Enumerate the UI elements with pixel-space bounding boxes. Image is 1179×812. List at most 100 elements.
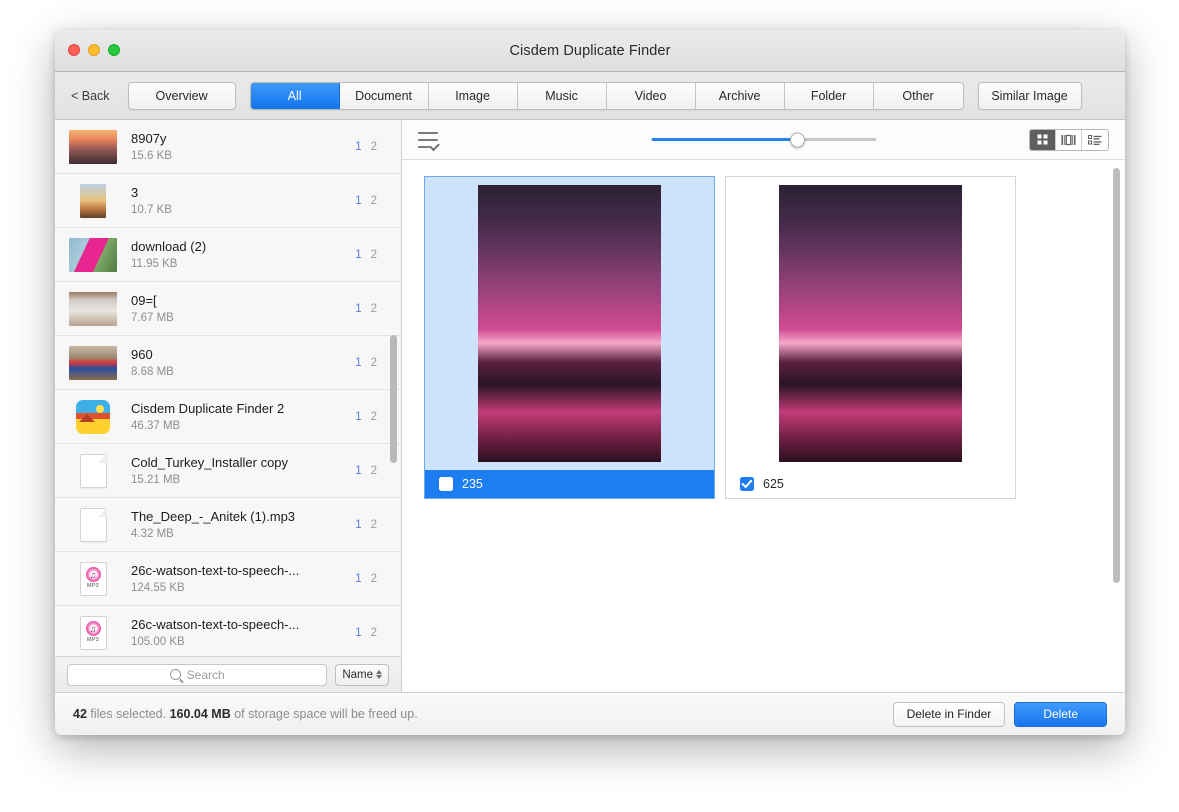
status-text-end: of storage space will be freed up.: [230, 707, 418, 721]
file-list-item[interactable]: The_Deep_-_Anitek (1).mp3 4.32 MB 1 2: [55, 498, 401, 552]
slider-track: [651, 132, 876, 147]
file-size: 46.37 MB: [131, 419, 181, 432]
preview-scrollbar[interactable]: [1113, 168, 1122, 688]
duplicate-card-grid: 235 625: [424, 176, 1105, 499]
tab-image[interactable]: Image: [428, 82, 518, 109]
thumbnail-image: [69, 237, 117, 272]
file-list-item[interactable]: download (2) 11.95 KB 1 2: [55, 228, 401, 282]
document-icon: [69, 507, 117, 542]
category-tabs: All Document Image Music Video Archive F…: [249, 81, 964, 110]
file-list-item[interactable]: 09=[7.67 MB 1 2: [55, 282, 401, 336]
search-icon: [169, 669, 181, 680]
card-checkbox[interactable]: [740, 477, 754, 491]
file-list-item[interactable]: ♫ MP3 26c-watson-text-to-speech-... 124.55 …: [55, 552, 401, 606]
file-list-item[interactable]: 960 8.68 MB 1 2: [55, 336, 401, 390]
file-list-item[interactable]: Cold_Turkey_Installer copy 15.21 MB 1 2: [55, 444, 401, 498]
minimize-button[interactable]: [88, 44, 100, 56]
select-all-list-icon[interactable]: [418, 131, 440, 151]
status-file-count: 42: [73, 707, 87, 721]
search-input[interactable]: Search: [67, 663, 328, 686]
status-message: 42 files selected. 160.04 MB of storage …: [73, 707, 893, 721]
thumbnail-image: [69, 291, 117, 326]
preview-scrollbar-thumb[interactable]: [1113, 168, 1120, 583]
duplicate-counts: 12: [355, 195, 391, 207]
file-size: 124.55 KB: [131, 581, 185, 594]
selected-count: 1: [355, 626, 362, 639]
file-size: 15.6 KB: [131, 149, 172, 162]
back-button[interactable]: < Back: [69, 85, 120, 107]
thumbnail-size-slider[interactable]: [651, 131, 876, 149]
tab-all[interactable]: All: [250, 82, 340, 109]
mp3-icon: ♫ MP3: [69, 561, 117, 596]
tab-video[interactable]: Video: [606, 82, 696, 109]
selected-count: 1: [355, 140, 362, 153]
sort-dropdown-label: Name: [342, 668, 373, 681]
card-checkbox[interactable]: [439, 477, 453, 491]
tab-archive[interactable]: Archive: [695, 82, 785, 109]
view-mode-coverflow[interactable]: [1056, 129, 1082, 150]
total-count: 2: [370, 140, 377, 153]
file-list-item[interactable]: ♫ MP3 26c-watson-text-to-speech-... 105.00 …: [55, 606, 401, 656]
list-icon: [1088, 134, 1102, 145]
status-text-mid: files selected.: [86, 707, 170, 721]
file-list[interactable]: 8907y 15.6 KB 1 2 3 10.7 KB 1 2 download (2) 11.9…: [55, 120, 401, 656]
sort-dropdown[interactable]: Name: [335, 663, 389, 686]
duplicate-card[interactable]: 625: [725, 176, 1016, 499]
file-size: 8.68 MB: [131, 365, 174, 378]
window-controls: [68, 44, 120, 56]
duplicate-card[interactable]: 235: [424, 176, 715, 499]
total-count: 2: [370, 572, 377, 585]
file-list-item[interactable]: 8907y 15.6 KB 1 2: [55, 120, 401, 174]
similar-image-button[interactable]: Similar Image: [977, 81, 1082, 110]
tab-folder[interactable]: Folder: [784, 82, 874, 109]
duplicate-counts: 12: [355, 303, 391, 315]
view-mode-list[interactable]: [1082, 129, 1108, 150]
main-toolbar: < Back Overview All Document Image Music…: [55, 72, 1125, 120]
mp3-file-icon: ♫ MP3: [79, 561, 107, 596]
tab-music[interactable]: Music: [517, 82, 607, 109]
file-name: download (2): [131, 238, 207, 254]
tab-other[interactable]: Other: [873, 82, 963, 109]
close-button[interactable]: [68, 44, 80, 56]
selected-count: 1: [355, 572, 362, 585]
card-footer: 235: [425, 470, 714, 498]
file-name: 8907y: [131, 130, 167, 146]
file-size: 10.7 KB: [131, 203, 172, 216]
overview-button[interactable]: Overview: [127, 81, 236, 110]
file-size: 11.95 KB: [131, 257, 178, 270]
document-icon: [69, 453, 117, 488]
total-count: 2: [370, 518, 377, 531]
total-count: 2: [370, 194, 377, 207]
zoom-button[interactable]: [108, 44, 120, 56]
card-preview-image: [478, 185, 661, 462]
file-meta: 8907y 15.6 KB: [131, 130, 355, 164]
selected-count: 1: [355, 356, 362, 369]
delete-button[interactable]: Delete: [1014, 701, 1107, 727]
file-list-item[interactable]: 3 10.7 KB 1 2: [55, 174, 401, 228]
card-image-box: [425, 177, 714, 470]
view-mode-grid[interactable]: [1030, 129, 1056, 150]
thumbnail-image: [69, 129, 117, 164]
file-meta: The_Deep_-_Anitek (1).mp3 4.32 MB: [131, 508, 355, 542]
stepper-arrows-icon: [376, 670, 382, 679]
mp3-icon: ♫ MP3: [69, 615, 117, 650]
file-meta: 09=[7.67 MB: [131, 292, 355, 326]
slider-fill: [651, 138, 798, 141]
photo-thumbnail-painted-pot: [69, 345, 117, 380]
similar-image-wrap: Similar Image: [977, 81, 1082, 110]
selected-count: 1: [355, 518, 362, 531]
status-freed-size: 160.04 MB: [169, 707, 231, 721]
file-name: Cold_Turkey_Installer copy: [131, 454, 289, 470]
selected-count: 1: [355, 302, 362, 315]
total-count: 2: [370, 356, 377, 369]
preview-toolbar: [402, 120, 1125, 160]
document-file-icon: [79, 453, 107, 488]
delete-in-finder-button[interactable]: Delete in Finder: [892, 701, 1006, 727]
card-footer: 625: [726, 470, 1015, 498]
tab-document[interactable]: Document: [339, 82, 429, 109]
status-buttons: Delete in Finder Delete: [892, 701, 1107, 727]
card-label: 235: [462, 477, 483, 491]
slider-thumb[interactable]: [789, 132, 805, 147]
file-name: 26c-watson-text-to-speech-...: [131, 562, 300, 578]
file-list-item[interactable]: Cisdem Duplicate Finder 2 46.37 MB 1 2: [55, 390, 401, 444]
